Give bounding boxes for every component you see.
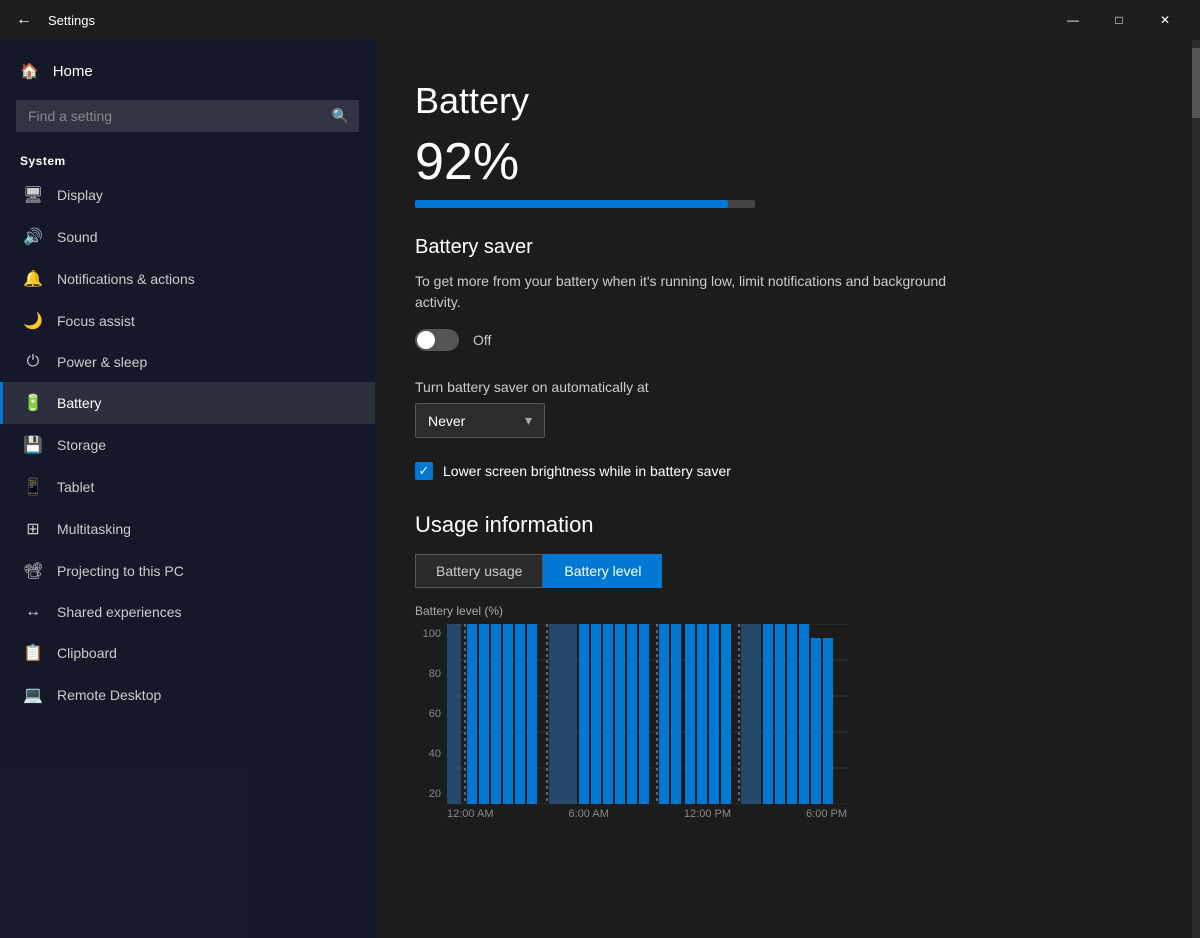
sidebar-item-label: Tablet [57,479,94,495]
brightness-checkbox-label: Lower screen brightness while in battery… [443,463,731,479]
y-label-20: 20 [415,788,441,800]
sidebar-item-home[interactable]: 🏠 Home [0,50,375,92]
search-icon: 🔍 [332,108,349,125]
power-icon: ⏻ [23,353,43,371]
dropdown-value: Never [428,413,465,429]
checkmark-icon: ✓ [419,463,430,479]
y-label-80: 80 [415,668,441,680]
sidebar-section-label: System [0,148,375,174]
y-axis-labels: 100 80 60 40 20 [415,624,447,820]
multitasking-icon: ⊞ [23,519,43,539]
display-icon: 🖥 [23,185,43,205]
sidebar-item-storage[interactable]: 💾 Storage [0,424,375,466]
titlebar: ← Settings — □ ✕ [0,0,1200,40]
content-area: Battery 92% Battery saver To get more fr… [375,40,1192,938]
x-label-6am: 6:00 AM [569,808,609,820]
auto-dropdown[interactable]: Never ▾ [415,403,545,438]
sidebar-item-label: Storage [57,437,106,453]
sidebar-item-label: Display [57,187,103,203]
search-input[interactable] [16,100,359,132]
sidebar-item-power[interactable]: ⏻ Power & sleep [0,342,375,382]
sidebar-item-label: Battery [57,395,101,411]
sidebar-item-projecting[interactable]: 📽 Projecting to this PC [0,550,375,592]
home-label: Home [53,63,93,80]
toggle-label: Off [473,332,491,348]
sidebar-item-notifications[interactable]: 🔔 Notifications & actions [0,258,375,300]
focus-icon: 🌙 [23,311,43,331]
battery-icon: 🔋 [23,393,43,413]
chart-svg-container: 12:00 AM 6:00 AM 12:00 PM 6:00 PM [447,624,847,820]
sidebar-item-label: Power & sleep [57,354,147,370]
usage-title: Usage information [415,512,1142,538]
battery-bar [415,200,755,208]
sidebar-item-label: Shared experiences [57,604,182,620]
remote-icon: 💻 [23,685,43,705]
home-icon: 🏠 [20,62,39,80]
battery-percent: 92% [415,132,1142,192]
notifications-icon: 🔔 [23,269,43,289]
close-button[interactable]: ✕ [1142,0,1188,40]
titlebar-title: Settings [48,13,95,28]
tablet-icon: 📱 [23,477,43,497]
maximize-button[interactable]: □ [1096,0,1142,40]
toggle-knob [417,331,435,349]
sidebar-item-label: Multitasking [57,521,131,537]
sidebar-item-label: Sound [57,229,97,245]
shared-icon: ↔ [23,603,43,621]
sidebar-item-clipboard[interactable]: 📋 Clipboard [0,632,375,674]
tab-battery-usage[interactable]: Battery usage [415,554,543,588]
scrollbar-track[interactable] [1192,40,1200,938]
chart-y-label: Battery level (%) [415,604,1142,618]
brightness-checkbox[interactable]: ✓ [415,462,433,480]
tab-battery-level[interactable]: Battery level [543,554,662,588]
y-label-100: 100 [415,628,441,640]
sidebar-item-display[interactable]: 🖥 Display [0,174,375,216]
x-label-6pm: 6:00 PM [806,808,847,820]
sidebar-item-label: Focus assist [57,313,135,329]
minimize-button[interactable]: — [1050,0,1096,40]
storage-icon: 💾 [23,435,43,455]
battery-saver-desc: To get more from your battery when it's … [415,271,995,313]
search-box: 🔍 [16,100,359,132]
window-controls: — □ ✕ [1050,0,1188,40]
sidebar-item-multitasking[interactable]: ⊞ Multitasking [0,508,375,550]
y-label-60: 60 [415,708,441,720]
sidebar: 🏠 Home 🔍 System 🖥 Display 🔊 Sound 🔔 Noti… [0,40,375,938]
sidebar-item-label: Remote Desktop [57,687,161,703]
sidebar-item-tablet[interactable]: 📱 Tablet [0,466,375,508]
back-button[interactable]: ← [12,8,36,32]
clipboard-icon: 📋 [23,643,43,663]
chevron-down-icon: ▾ [525,412,532,429]
battery-bar-fill [415,200,728,208]
battery-saver-toggle-row: Off [415,329,1142,351]
battery-saver-title: Battery saver [415,236,1142,259]
sidebar-item-shared[interactable]: ↔ Shared experiences [0,592,375,632]
scrollbar-thumb[interactable] [1192,48,1200,118]
main-layout: 🏠 Home 🔍 System 🖥 Display 🔊 Sound 🔔 Noti… [0,40,1200,938]
page-title: Battery [415,80,1142,122]
y-label-40: 40 [415,748,441,760]
sidebar-item-label: Clipboard [57,645,117,661]
sidebar-item-label: Notifications & actions [57,271,195,287]
sidebar-item-battery[interactable]: 🔋 Battery [0,382,375,424]
x-axis-labels: 12:00 AM 6:00 AM 12:00 PM 6:00 PM [447,804,847,820]
chart-area: 100 80 60 40 20 [415,624,1142,820]
sidebar-item-label: Projecting to this PC [57,563,184,579]
sidebar-item-sound[interactable]: 🔊 Sound [0,216,375,258]
brightness-checkbox-row: ✓ Lower screen brightness while in batte… [415,462,1142,480]
sidebar-item-focus[interactable]: 🌙 Focus assist [0,300,375,342]
x-label-midnight: 12:00 AM [447,808,493,820]
x-label-noon: 12:00 PM [684,808,731,820]
battery-chart [447,624,847,804]
battery-saver-toggle[interactable] [415,329,459,351]
sidebar-item-remote[interactable]: 💻 Remote Desktop [0,674,375,716]
projecting-icon: 📽 [23,561,43,581]
auto-label: Turn battery saver on automatically at [415,379,1142,395]
usage-tabs: Battery usage Battery level [415,554,1142,588]
sound-icon: 🔊 [23,227,43,247]
